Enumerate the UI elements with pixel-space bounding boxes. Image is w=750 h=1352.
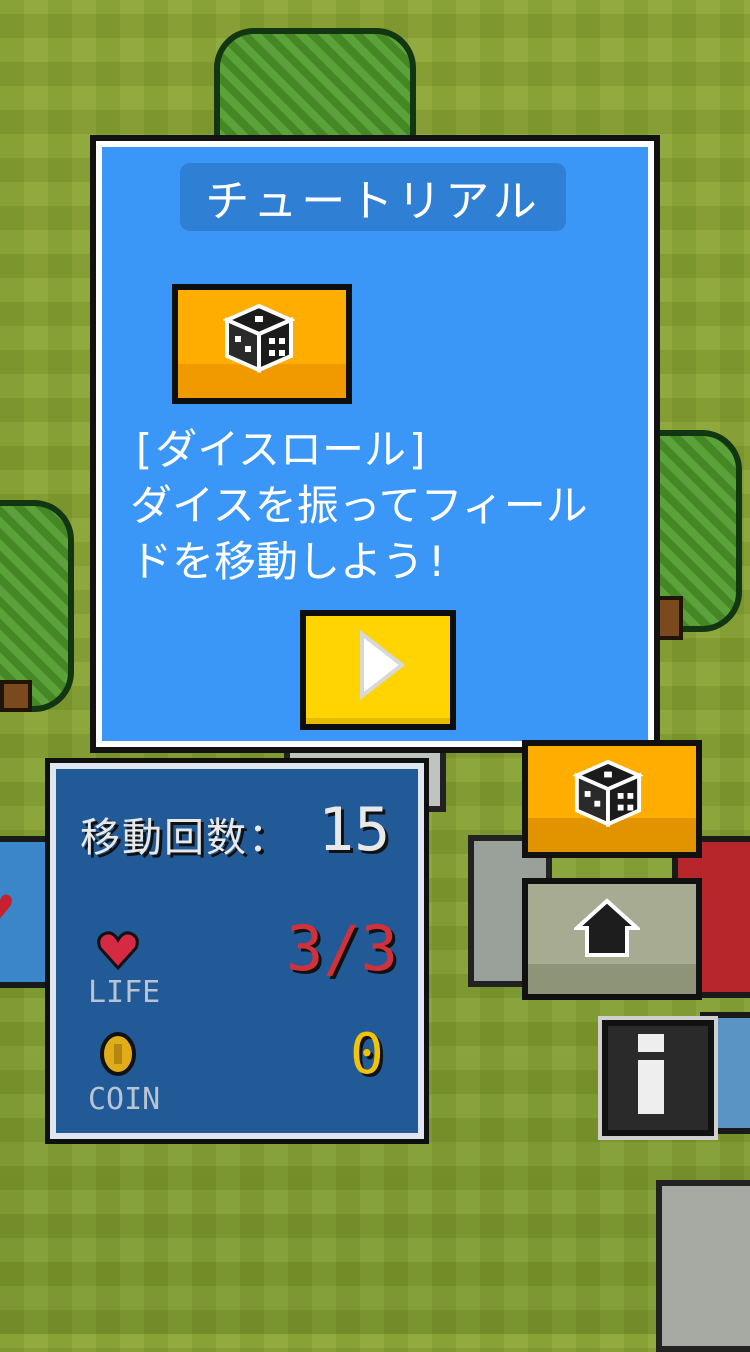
tutorial-body-line: ダイスを振ってフィール xyxy=(130,481,588,530)
tree-trunk xyxy=(0,680,32,712)
coin-label: COIN xyxy=(88,1082,161,1117)
tutorial-body-line: ドを移動しよう! xyxy=(130,537,450,586)
moves-label: 移動回数： xyxy=(80,815,290,861)
life-value: 3/3 xyxy=(286,912,398,985)
dice-icon xyxy=(573,759,643,828)
coin-icon xyxy=(100,1032,136,1076)
dialog-title: チュートリアル xyxy=(205,176,541,227)
life-label: LIFE xyxy=(88,975,161,1010)
play-triangle-icon xyxy=(360,630,406,700)
home-icon xyxy=(574,898,640,957)
board-tile xyxy=(656,1180,750,1352)
tree-trunk xyxy=(655,596,683,640)
moves-value: 15 xyxy=(318,795,391,865)
tutorial-text: [ダイスロール] ダイスを振ってフィール ドを移動しよう! xyxy=(130,422,630,590)
heart-icon xyxy=(97,931,139,970)
tutorial-heading: [ダイスロール] xyxy=(130,425,432,474)
info-icon xyxy=(638,1034,664,1114)
coin-value: 0 xyxy=(350,1022,384,1087)
heart-tile-icon: ♥ xyxy=(0,885,13,931)
dice-icon xyxy=(223,303,295,374)
